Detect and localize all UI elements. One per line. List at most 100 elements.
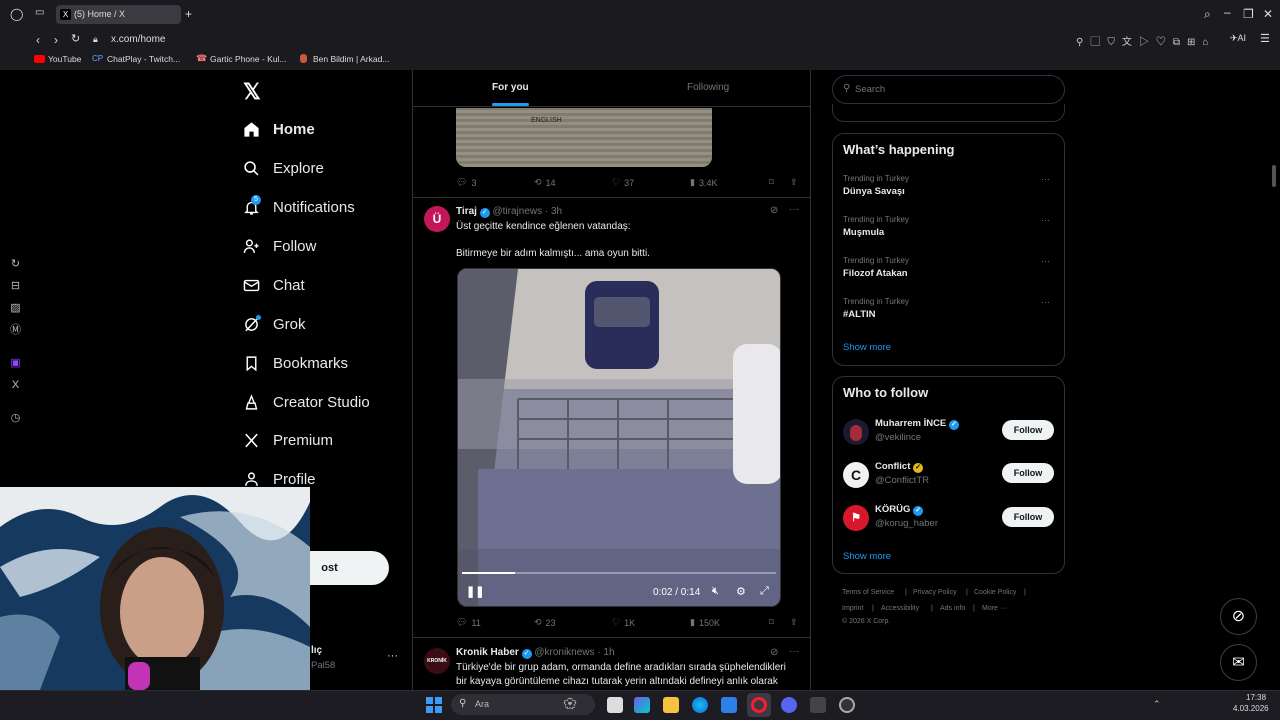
avatar[interactable]: KRONİK [424,648,450,674]
suggestion-name[interactable]: KÖRÜG ✓ [875,504,924,516]
avatar[interactable]: Ü [424,206,450,232]
more-icon[interactable]: ··· [1041,215,1050,225]
trend-item[interactable]: Trending in Turkey Filozof Atakan ··· [833,252,1064,290]
browser-tab[interactable]: X (5) Home / X [56,5,181,24]
nav-home[interactable]: Home [242,115,315,143]
author-name[interactable]: Tiraj [456,206,477,217]
opera-logo-icon[interactable]: ◯ [10,8,23,20]
nav-bookmarks[interactable]: Bookmarks [242,349,348,377]
steam-icon[interactable] [839,697,855,713]
video-progress-track[interactable] [462,572,776,574]
nav-grok[interactable]: Grok [242,310,306,338]
grok-icon[interactable]: ⊘ [770,205,778,216]
follow-button[interactable]: Follow [1002,420,1054,440]
bookmark-icon[interactable]: ⌑ [769,617,774,628]
extensions-toolbar[interactable]: ⚲▢⛉文▷♡⧉⊞⌂ [1076,33,1215,48]
video-player[interactable]: ❚❚ 0:02 / 0:14 🔇︎ ⚙ ⤢ [457,268,781,607]
clock-date[interactable]: 4.03.2026 [1233,704,1269,713]
more-icon[interactable]: ··· [789,204,799,215]
store-icon[interactable] [721,697,737,713]
pause-icon[interactable]: ❚❚ [466,585,484,598]
suggestion-name[interactable]: Conflict ✓ [875,461,923,473]
opera-taskbar-active[interactable] [747,693,771,717]
close-window-icon[interactable]: ✕ [1263,8,1273,20]
nav-follow[interactable]: Follow [242,232,316,260]
bookmark-gartic[interactable]: Gartic Phone - Kul... [210,54,287,64]
repost-action[interactable]: ⟲ 23 [534,617,556,628]
settings-icon[interactable]: ⚙ [736,585,746,598]
trend-item[interactable]: Trending in Turkey Muşmula ··· [833,211,1064,249]
mute-icon[interactable]: 🔇︎ [712,585,719,598]
trend-item[interactable]: Trending in Turkey #ALTIN ··· [833,293,1064,331]
tab-following[interactable]: Following [687,82,729,93]
avatar[interactable]: ⚑ [843,505,869,531]
tab-for-you[interactable]: For you [492,82,529,93]
nav-explore[interactable]: Explore [242,154,324,182]
taskbar-search[interactable]: ⚲ Ara 🌸︎ [451,694,595,715]
views-action[interactable]: ▮ 150K [690,617,720,628]
like-action[interactable]: ♡ 37 [612,177,634,188]
discord-icon[interactable] [781,697,797,713]
menu-icon[interactable]: ☰ [1260,32,1270,45]
more-icon[interactable]: ··· [1041,174,1050,184]
grok-float-button[interactable]: ⊘ [1220,598,1257,635]
bookmark-ben-bildim[interactable]: Ben Bildim | Arkad... [313,54,389,64]
share-icon[interactable]: ⇪ [790,177,798,188]
sidebar-bag-icon[interactable]: ⊟ [9,280,22,293]
show-more-link[interactable]: Show more [843,551,891,562]
show-more-link[interactable]: Show more [843,342,891,353]
like-action[interactable]: ♡ 1K [612,617,635,628]
windows-start-icon[interactable] [426,697,442,713]
repost-action[interactable]: ⟲ 14 [534,177,556,188]
post-time[interactable]: · 1h [597,647,614,658]
sidebar-aria-icon[interactable]: ↻ [9,258,22,271]
tray-chevron-icon[interactable]: ⌃ [1153,699,1161,710]
footer-accessibility[interactable]: Accessibility [881,605,919,612]
url-text[interactable]: x.com/home [111,34,165,45]
author-handle[interactable]: @kroniknews [534,647,594,658]
sidebar-pen-icon[interactable]: ▨ [9,302,22,315]
footer-privacy[interactable]: Privacy Policy [913,589,957,596]
new-tab-icon[interactable]: + [185,8,192,20]
follow-button[interactable]: Follow [1002,463,1054,483]
tab-overview-icon[interactable]: ▭ [35,8,44,18]
footer-imprint[interactable]: Imprint [842,605,863,612]
x-logo-icon[interactable]: 𝕏 [243,79,261,105]
previous-post-image[interactable]: ENGLISH [456,108,712,167]
reload-icon[interactable]: ↻ [71,34,80,45]
author-name[interactable]: Kronik Haber [456,647,519,658]
suggestion-name[interactable]: Muharrem İNCE ✓ [875,418,959,430]
sidebar-twitch-icon[interactable]: ▣ [9,357,22,370]
more-icon[interactable]: ··· [1041,297,1050,307]
bookmark-chatplay[interactable]: ChatPlay - Twitch... [107,54,180,64]
nav-creator-studio[interactable]: Creator Studio [242,388,370,416]
more-icon[interactable]: ··· [1041,256,1050,266]
suggestion-handle[interactable]: @vekilince [875,432,921,443]
reply-action[interactable]: 💬︎ 3 [456,177,476,188]
fullscreen-icon[interactable]: ⤢ [760,585,769,598]
search-input[interactable]: ⚲ Search [832,75,1065,104]
minimize-icon[interactable]: – [1224,6,1231,18]
app-icon[interactable] [810,697,826,713]
trend-item[interactable]: Trending in Turkey Dünya Savaşı ··· [833,170,1064,208]
footer-cookie[interactable]: Cookie Policy [974,589,1016,596]
reply-action[interactable]: 💬︎ 11 [456,617,481,628]
forward-icon[interactable]: › [54,34,58,46]
nav-premium[interactable]: Premium [242,426,333,454]
edge-icon[interactable] [692,697,708,713]
back-icon[interactable]: ‹ [36,34,40,46]
file-explorer-icon[interactable] [663,697,679,713]
suggestion-handle[interactable]: @korug_haber [875,518,938,529]
views-action[interactable]: ▮ 3.4K [690,177,717,188]
page-scrollbar[interactable] [1272,165,1276,187]
copilot-icon[interactable] [634,697,650,713]
maximize-icon[interactable]: ❐ [1243,8,1254,20]
bookmark-icon[interactable]: ⌑ [769,177,774,188]
suggestion-handle[interactable]: @ConflictTR [875,475,929,486]
messages-float-button[interactable]: ✉ [1220,644,1257,681]
follow-button[interactable]: Follow [1002,507,1054,527]
task-view-icon[interactable] [607,697,623,713]
footer-terms[interactable]: Terms of Service [842,589,894,596]
avatar[interactable]: C [843,462,869,488]
footer-more[interactable]: More ··· [982,605,1007,612]
